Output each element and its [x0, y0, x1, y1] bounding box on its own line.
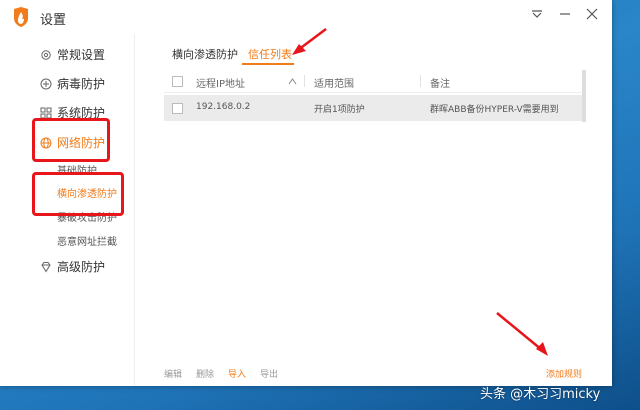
watermark: 头条 @木习习micky — [480, 387, 601, 402]
arrow-to-trust-list — [292, 28, 327, 55]
annotation-arrows — [292, 28, 548, 356]
arrow-to-add-rule — [496, 312, 548, 356]
